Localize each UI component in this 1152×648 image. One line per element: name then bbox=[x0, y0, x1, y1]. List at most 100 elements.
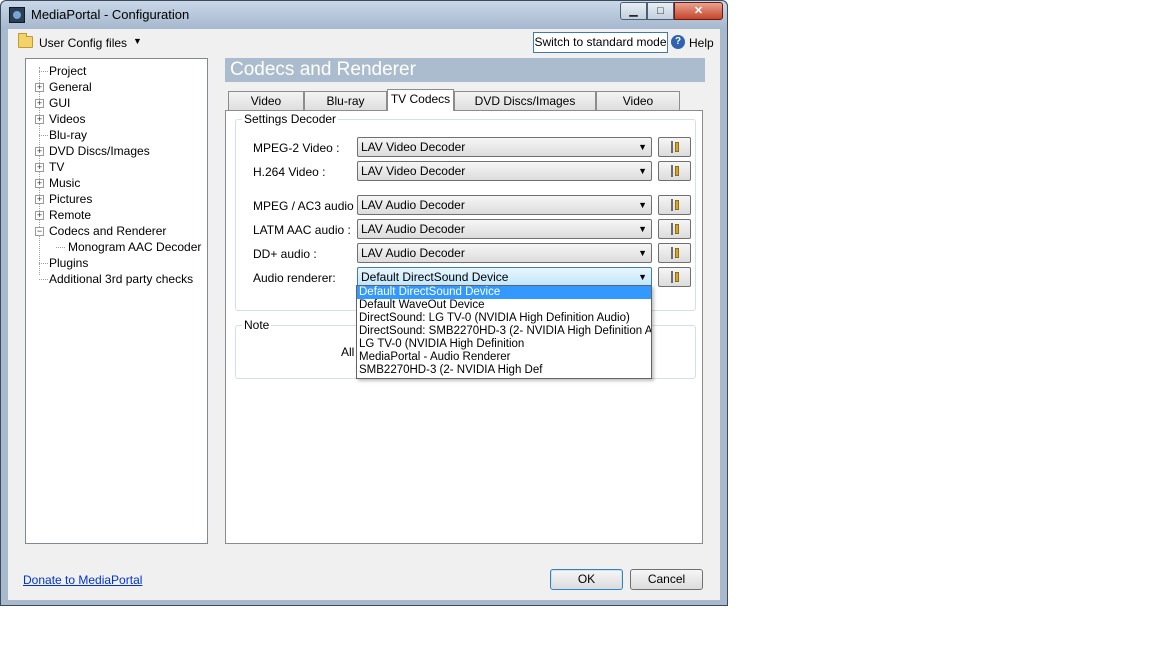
tab-video-codecs[interactable]: Video Codecs bbox=[228, 91, 304, 126]
tree-item[interactable]: + Music bbox=[35, 175, 80, 191]
h264-video-config-button[interactable] bbox=[658, 161, 691, 181]
configure-tools-icon bbox=[670, 141, 680, 153]
help-link[interactable]: Help bbox=[689, 36, 714, 50]
tab-bluray-codecs[interactable]: Blu-ray Codecs bbox=[304, 91, 387, 126]
tree-item[interactable]: Additional 3rd party checks bbox=[39, 271, 194, 287]
cancel-button[interactable]: Cancel bbox=[630, 569, 703, 590]
chevron-down-icon: ▼ bbox=[638, 166, 647, 176]
tree-item[interactable]: Plugins bbox=[39, 255, 89, 271]
expand-icon[interactable]: + bbox=[35, 83, 44, 92]
window-title: MediaPortal - Configuration bbox=[31, 7, 190, 22]
chevron-down-icon: ▼ bbox=[638, 142, 647, 152]
chevron-down-icon: ▼ bbox=[638, 200, 647, 210]
ddplus-audio-label: DD+ audio : bbox=[253, 247, 317, 261]
audio-renderer-select[interactable]: Default DirectSound Device ▼ bbox=[357, 267, 652, 287]
mpeg-ac3-audio-value: LAV Audio Decoder bbox=[361, 198, 465, 212]
dropdown-option[interactable]: MediaPortal - Audio Renderer bbox=[357, 351, 651, 364]
tree-item-label: Project bbox=[49, 64, 87, 78]
tree-item[interactable]: Blu-ray bbox=[39, 127, 87, 143]
ok-button[interactable]: OK bbox=[550, 569, 623, 590]
chevron-down-icon: ▼ bbox=[133, 36, 142, 46]
configure-tools-icon bbox=[670, 271, 680, 283]
dropdown-option[interactable]: DirectSound: SMB2270HD-3 (2- NVIDIA High… bbox=[357, 325, 651, 338]
audio-renderer-dropdown-list[interactable]: Default DirectSound Device Default WaveO… bbox=[356, 285, 652, 379]
audio-renderer-config-button[interactable] bbox=[658, 267, 691, 287]
h264-video-label: H.264 Video : bbox=[253, 165, 326, 179]
tree-item[interactable]: Project bbox=[39, 63, 87, 79]
dropdown-option[interactable]: SMB2270HD-3 (2- NVIDIA High Def bbox=[357, 364, 651, 377]
tree-item-label: Monogram AAC Decoder bbox=[68, 240, 202, 254]
user-config-files-label: User Config files bbox=[39, 36, 128, 50]
ddplus-audio-select[interactable]: LAV Audio Decoder ▼ bbox=[357, 243, 652, 263]
tree-item[interactable]: + DVD Discs/Images bbox=[35, 143, 150, 159]
tree-item-label: Additional 3rd party checks bbox=[49, 272, 194, 286]
expand-icon[interactable]: + bbox=[35, 115, 44, 124]
ddplus-audio-config-button[interactable] bbox=[658, 243, 691, 263]
tree-item[interactable]: + Remote bbox=[35, 207, 91, 223]
collapse-icon[interactable]: − bbox=[35, 227, 44, 236]
tab-dvd-codecs[interactable]: DVD Discs/Images Codecs bbox=[454, 91, 596, 126]
mpeg-ac3-audio-config-button[interactable] bbox=[658, 195, 691, 215]
tree-item-label: General bbox=[49, 80, 92, 94]
tree-connector bbox=[39, 135, 48, 136]
configure-tools-icon bbox=[670, 223, 680, 235]
tree-connector bbox=[39, 263, 48, 264]
tree-item[interactable]: + Videos bbox=[35, 111, 86, 127]
dropdown-option[interactable]: Default DirectSound Device bbox=[357, 286, 651, 299]
latm-aac-audio-config-button[interactable] bbox=[658, 219, 691, 239]
settings-decoder-caption: Settings Decoder bbox=[242, 112, 339, 126]
tree-item[interactable]: + GUI bbox=[35, 95, 71, 111]
expand-icon[interactable]: + bbox=[35, 195, 44, 204]
tree-item[interactable]: − Codecs and Renderer bbox=[35, 223, 167, 239]
tree-item-label: Videos bbox=[49, 112, 86, 126]
mediaportal-app-icon bbox=[9, 7, 25, 23]
chevron-down-icon: ▼ bbox=[638, 248, 647, 258]
tree-item[interactable]: + Pictures bbox=[35, 191, 93, 207]
tab-video-renderer[interactable]: Video Renderer bbox=[596, 91, 680, 126]
expand-icon[interactable]: + bbox=[35, 147, 44, 156]
expand-icon[interactable]: + bbox=[35, 211, 44, 220]
dropdown-option[interactable]: DirectSound: LG TV-0 (NVIDIA High Defini… bbox=[357, 312, 651, 325]
tree-item[interactable]: + TV bbox=[35, 159, 64, 175]
chevron-down-icon: ▼ bbox=[638, 224, 647, 234]
dropdown-option[interactable]: Default WaveOut Device bbox=[357, 299, 651, 312]
tab-tv-codecs[interactable]: TV Codecs bbox=[387, 89, 454, 111]
tree-connector bbox=[56, 247, 65, 248]
tree-connector bbox=[39, 71, 48, 72]
expand-icon[interactable]: + bbox=[35, 179, 44, 188]
expand-icon[interactable]: + bbox=[35, 99, 44, 108]
tree-item-label: Plugins bbox=[49, 256, 89, 270]
mpeg2-video-value: LAV Video Decoder bbox=[361, 140, 466, 154]
mpeg2-video-select[interactable]: LAV Video Decoder ▼ bbox=[357, 137, 652, 157]
tree-connector bbox=[39, 279, 48, 280]
section-tree[interactable]: Project + General + GUI + Videos Blu-ray + DVD Di… bbox=[25, 58, 208, 544]
expand-icon[interactable]: + bbox=[35, 163, 44, 172]
tree-item-label: Codecs and Renderer bbox=[49, 224, 167, 238]
switch-mode-button[interactable]: Switch to standard mode bbox=[533, 32, 668, 53]
maximize-button[interactable]: □ bbox=[647, 2, 674, 20]
help-icon[interactable]: ? bbox=[671, 35, 685, 49]
tree-item[interactable]: + General bbox=[35, 79, 92, 95]
mpeg2-video-config-button[interactable] bbox=[658, 137, 691, 157]
dropdown-option[interactable]: LG TV-0 (NVIDIA High Definition bbox=[357, 338, 651, 351]
note-caption: Note bbox=[242, 318, 272, 332]
close-button[interactable]: ✕ bbox=[674, 2, 723, 20]
title-bar[interactable]: MediaPortal - Configuration ▁ □ ✕ bbox=[1, 1, 727, 29]
latm-aac-audio-select[interactable]: LAV Audio Decoder ▼ bbox=[357, 219, 652, 239]
configure-tools-icon bbox=[670, 247, 680, 259]
donate-link[interactable]: Donate to MediaPortal bbox=[23, 573, 142, 587]
tree-item-label: GUI bbox=[49, 96, 71, 110]
mpeg-ac3-audio-select[interactable]: LAV Audio Decoder ▼ bbox=[357, 195, 652, 215]
tree-item-label: DVD Discs/Images bbox=[49, 144, 150, 158]
mpeg-ac3-audio-label: MPEG / AC3 audio : bbox=[253, 199, 361, 213]
h264-video-value: LAV Video Decoder bbox=[361, 164, 466, 178]
settings-decoder-group: Settings Decoder MPEG-2 Video : LAV Vide… bbox=[235, 112, 696, 311]
tree-item-label: Pictures bbox=[49, 192, 93, 206]
toolbar: User Config files ▼ Switch to standard m… bbox=[8, 29, 720, 57]
tree-item[interactable]: Monogram AAC Decoder bbox=[56, 239, 202, 255]
chevron-down-icon: ▼ bbox=[638, 272, 647, 282]
h264-video-select[interactable]: LAV Video Decoder ▼ bbox=[357, 161, 652, 181]
minimize-button[interactable]: ▁ bbox=[620, 2, 647, 20]
note-text: All bbox=[341, 345, 355, 359]
audio-renderer-label: Audio renderer: bbox=[253, 271, 336, 285]
